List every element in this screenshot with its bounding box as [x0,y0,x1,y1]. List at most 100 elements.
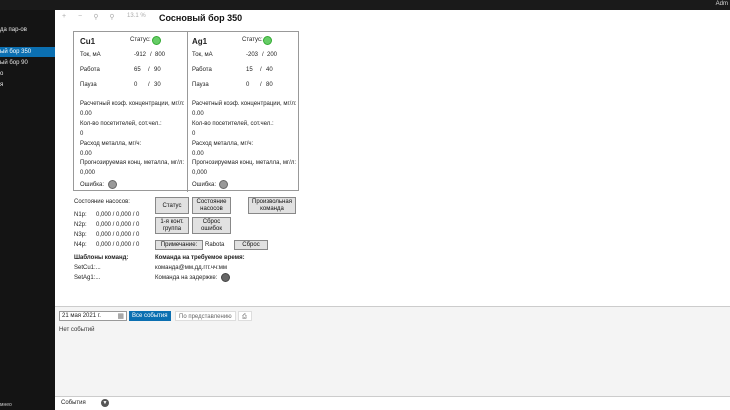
add-icon[interactable]: + [59,13,69,23]
pump-value: 0,000 / 0,000 / 0 [96,232,140,238]
tab-by-view[interactable]: По представлению [175,311,236,321]
date-picker[interactable]: 21 мая 2021 г. ▦ [59,311,127,321]
visitors-value: 0 [80,131,84,137]
page-title: Сосновый бор 350 [159,13,243,23]
custom-command-button[interactable]: Произвольная команда [248,197,296,214]
template-item[interactable]: SetAg1:... [74,275,100,281]
forecast-label: Прогнозируемая конц. металла, мг/л: [192,160,296,166]
footer-label: События [61,400,86,406]
current-value: -912 [134,52,147,58]
cell-cu1: Cu1 Статус: Ток, мА -912 / 800 Работа 65… [74,32,188,192]
sidebar-item[interactable]: я [0,80,55,90]
work-value: 65 [134,67,141,73]
sidebar: да пар-ов ый бор 350 ый бор 90 о я мнео [0,10,55,410]
pump-state-button[interactable]: Состояние насосов [192,197,231,214]
pump-value: 0,000 / 0,000 / 0 [96,222,140,228]
user-name[interactable]: Adm [716,1,728,7]
error-indicator [108,180,117,189]
sidebar-item[interactable] [0,13,55,23]
error-indicator [219,180,228,189]
status-label: Статус: [130,37,151,43]
timed-command-format: команда@мм.дд.ггг.чч:мм [155,265,227,271]
error-label: Ошибка: [80,182,105,188]
sidebar-item[interactable]: да пар-ов [0,25,55,35]
status-button[interactable]: Статус [155,197,189,214]
cell-name: Ag1 [192,37,208,46]
sidebar-item[interactable]: ый бор 90 [0,58,55,68]
forecast-value: 0,000 [80,170,96,176]
error-label: Ошибка: [192,182,217,188]
calendar-icon: ▦ [117,313,124,320]
forecast-value: 0,000 [192,170,208,176]
tab-all-events[interactable]: Все события [129,311,171,321]
main-area: + − ⚲ ⚲ 13.1 % Сосновый бор 350 Cu1 Стат… [55,10,730,306]
toolbar: + − ⚲ ⚲ 13.1 % [59,13,146,23]
forecast-label: Прогнозируемая конц. металла, мг/л: [80,160,184,166]
note-button[interactable]: Примечание: [155,240,203,250]
zoom-in-icon[interactable]: ⚲ [107,13,117,23]
pump-name: N4p: [74,242,87,248]
calc-label: Расчетный коэф. концентрации, мг/л: [80,101,185,107]
remove-icon[interactable]: − [75,13,85,23]
pause-label: Пауза [80,82,97,88]
pause-label: Пауза [192,82,209,88]
work-value: 15 [246,67,253,73]
pump-value: 0,000 / 0,000 / 0 [96,212,140,218]
pump-name: N3p: [74,232,87,238]
current-label: Ток, мА [192,52,213,58]
first-group-button[interactable]: 1-я конт. группа [155,217,189,234]
print-icon[interactable]: ⎙ [238,311,252,321]
cells-panel: Cu1 Статус: Ток, мА -912 / 800 Работа 65… [73,31,299,192]
pump-value: 0,000 / 0,000 / 0 [96,242,140,248]
sidebar-item[interactable] [0,36,55,46]
metal-value: 0.00 [80,151,92,157]
date-value: 21 мая 2021 г. [62,313,101,319]
cell-name: Cu1 [80,37,96,46]
current-value: -203 [246,52,259,58]
pumps-title: Состояние насосов: [74,199,130,205]
calc-value: 0.00 [80,111,92,117]
work-max: 90 [154,67,161,73]
work-max: 40 [266,67,273,73]
zoom-level: 13.1 % [127,13,146,19]
work-label: Работа [80,67,100,73]
zoom-out-icon[interactable]: ⚲ [91,13,101,23]
metal-value: 0.00 [192,151,204,157]
metal-label: Расход металла, мг/ч: [192,141,254,147]
sidebar-footer: мнео [0,402,12,408]
calc-label: Расчетный коэф. концентрации, мг/л: [192,101,297,107]
status-label: Статус: [242,37,263,43]
pause-max: 30 [154,82,161,88]
pump-name: N2p: [74,222,87,228]
visitors-value: 0 [192,131,196,137]
work-label: Работа [192,67,212,73]
cell-ag1: Ag1 Статус: Ток, мА -203 / 200 Работа 15… [192,36,297,189]
calc-value: 0.00 [192,111,204,117]
delay-indicator [221,273,230,282]
template-item[interactable]: SetCu1:... [74,265,101,271]
pump-name: N1p: [74,212,87,218]
events-panel: 21 мая 2021 г. ▦ Все события По представ… [55,306,730,396]
note-value: Rabota [205,242,225,248]
top-bar: Adm [0,0,730,10]
metal-label: Расход металла, мг/ч: [80,141,142,147]
sidebar-item-active[interactable]: ый бор 350 [0,47,55,57]
reset-errors-button[interactable]: Сброс ошибок [192,217,231,234]
current-max: 800 [155,52,166,58]
status-indicator [263,36,272,45]
status-indicator [152,36,161,45]
sidebar-item[interactable]: о [0,69,55,79]
current-max: 200 [267,52,278,58]
pause-value: 0 [134,82,138,88]
visitors-label: Кол-во посетителей, сот.чел.: [192,121,274,127]
current-label: Ток, мА [80,52,101,58]
footer-bar: События ▼ [55,396,730,410]
pause-max: 80 [266,82,273,88]
delay-label: Команда на задержке: [155,275,218,281]
chevron-down-icon[interactable]: ▼ [101,399,109,407]
timed-command-title: Команда на требуемое время: [155,255,245,261]
empty-events: Нет событий [59,327,95,333]
reset-button[interactable]: Сброс [234,240,268,250]
visitors-label: Кол-во посетителей, сот.чел.: [80,121,162,127]
templates-title: Шаблоны команд: [74,255,129,261]
